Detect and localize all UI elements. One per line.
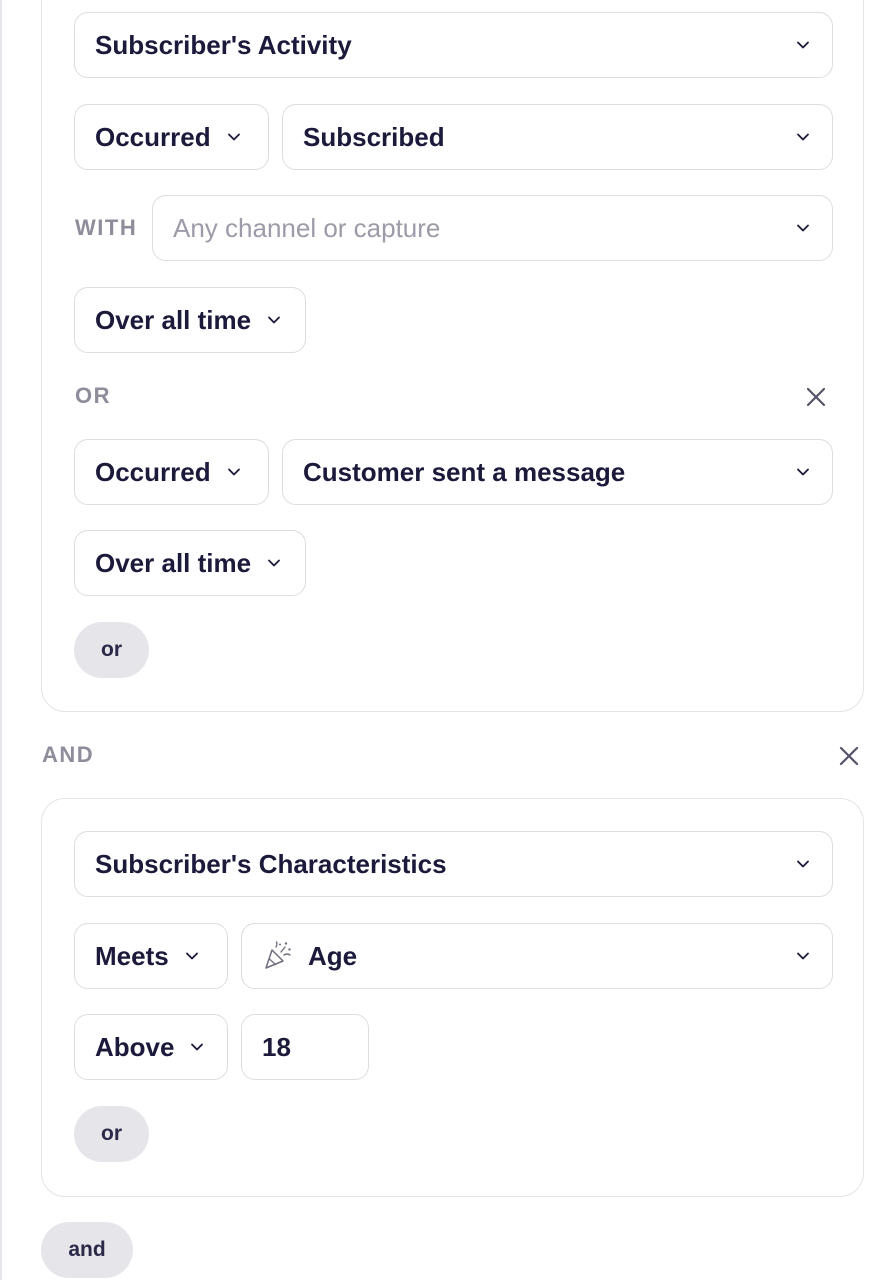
meets-select-label: Meets (95, 940, 169, 971)
chevron-down-icon (227, 465, 241, 479)
category-select-characteristics[interactable]: Subscriber's Characteristics (74, 831, 833, 897)
chevron-down-icon (227, 130, 241, 144)
and-separator-label: AND (42, 742, 95, 767)
chevron-down-icon (190, 1040, 204, 1054)
close-icon (839, 746, 859, 766)
category-select-activity[interactable]: Subscriber's Activity (74, 12, 833, 78)
property-select[interactable]: Age (241, 923, 833, 989)
meets-select[interactable]: Meets (74, 923, 228, 989)
add-and-group-button[interactable]: and (41, 1222, 133, 1278)
with-label: WITH (75, 215, 138, 240)
comparison-select-label: Above (95, 1031, 175, 1062)
add-or-condition-button[interactable]: or (74, 622, 149, 678)
comparison-select[interactable]: Above (74, 1014, 228, 1080)
event-select-2[interactable]: Customer sent a message (282, 439, 833, 505)
operator-select[interactable]: Occurred (74, 104, 269, 170)
chevron-down-icon (796, 465, 810, 479)
channel-select-placeholder: Any channel or capture (173, 212, 441, 243)
chevron-down-icon (796, 221, 810, 235)
age-value-input[interactable]: 18 (241, 1014, 369, 1080)
event-select-label: Subscribed (303, 121, 445, 152)
chevron-down-icon (267, 556, 281, 570)
remove-or-condition-button[interactable] (805, 386, 827, 408)
chevron-down-icon (796, 130, 810, 144)
timeframe-select[interactable]: Over all time (74, 287, 306, 353)
left-divider (0, 0, 2, 1280)
timeframe-select-2[interactable]: Over all time (74, 530, 306, 596)
event-select[interactable]: Subscribed (282, 104, 833, 170)
or-separator-label: OR (75, 383, 111, 408)
chevron-down-icon (185, 949, 199, 963)
property-select-label: Age (308, 940, 358, 971)
chevron-down-icon (796, 857, 810, 871)
operator-select-2[interactable]: Occurred (74, 439, 269, 505)
event-select-label: Customer sent a message (303, 456, 626, 487)
chevron-down-icon (267, 313, 281, 327)
remove-and-group-button[interactable] (838, 745, 860, 767)
timeframe-select-label: Over all time (95, 547, 252, 578)
channel-select[interactable]: Any channel or capture (152, 195, 833, 261)
category-select-label: Subscriber's Activity (95, 29, 352, 60)
operator-select-label: Occurred (95, 456, 211, 487)
close-icon (806, 387, 826, 407)
timeframe-select-label: Over all time (95, 304, 252, 335)
operator-select-label: Occurred (95, 121, 211, 152)
category-select-label: Subscriber's Characteristics (95, 848, 447, 879)
party-popper-icon (262, 941, 292, 971)
add-or-condition-button-2[interactable]: or (74, 1106, 149, 1162)
chevron-down-icon (796, 949, 810, 963)
chevron-down-icon (796, 38, 810, 52)
